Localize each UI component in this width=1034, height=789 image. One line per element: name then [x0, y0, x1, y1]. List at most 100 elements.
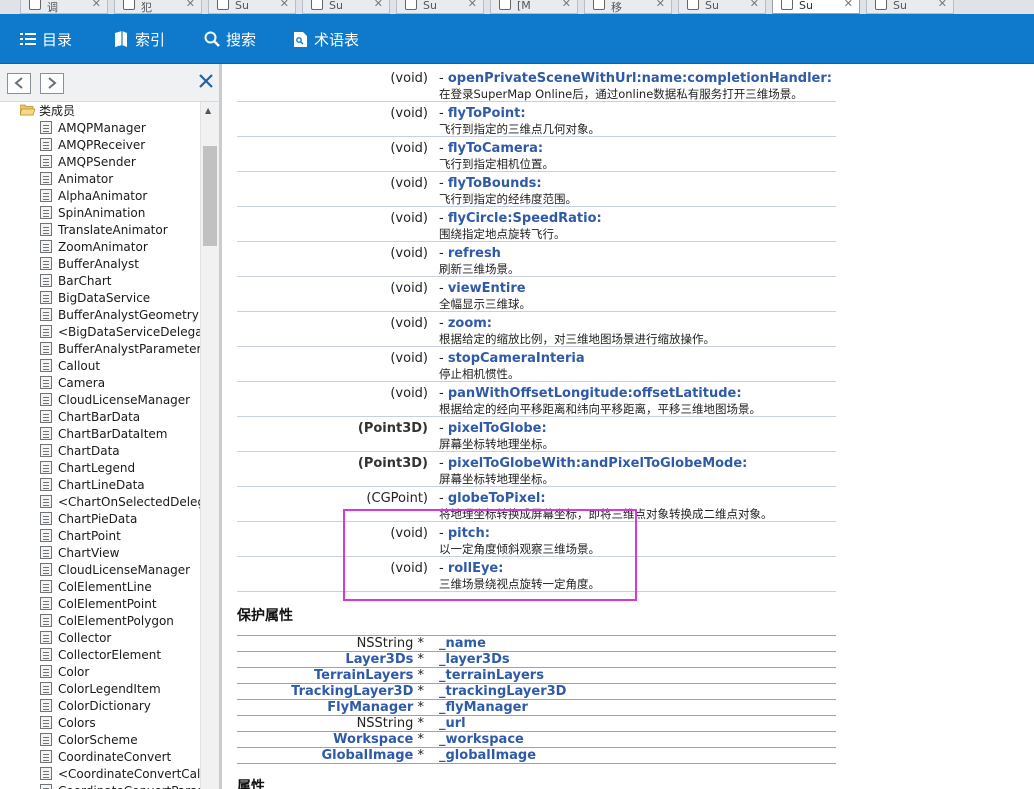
tree-item[interactable]: AlphaAnimator: [40, 187, 147, 204]
tree-item[interactable]: AMQPReceiver: [40, 136, 145, 153]
close-tab-icon[interactable]: ✕: [938, 0, 947, 10]
tree-item[interactable]: CloudLicenseManager: [40, 391, 190, 408]
method-link[interactable]: flyCircle:SpeedRatio:: [448, 211, 602, 226]
search-button[interactable]: 搜索: [194, 24, 266, 54]
tree-item[interactable]: ColElementPolygon: [40, 612, 174, 629]
sidebar-scrollbar[interactable]: ▲: [200, 102, 219, 789]
close-tab-icon[interactable]: ✕: [280, 0, 289, 10]
tree-item[interactable]: BufferAnalystGeometry: [40, 306, 199, 323]
method-link[interactable]: pixelToGlobeWith:andPixelToGlobeMode:: [448, 456, 748, 471]
tree-item[interactable]: CoordinateConvert: [40, 748, 171, 765]
tree-item[interactable]: BufferAnalystParameter: [40, 340, 200, 357]
browser-tab[interactable]: Su ✕: [678, 0, 766, 14]
tree-item[interactable]: <BigDataServiceDelegate: [40, 323, 200, 340]
tree-root-class-members[interactable]: 类成员: [19, 102, 75, 119]
browser-tab[interactable]: [M ✕: [490, 0, 578, 14]
tree-item[interactable]: Animator: [40, 170, 113, 187]
close-tab-icon[interactable]: ✕: [92, 0, 101, 10]
back-button[interactable]: [7, 73, 31, 94]
method-link[interactable]: stopCameraInteria: [448, 351, 585, 366]
tree-item[interactable]: ColorLegendItem: [40, 680, 161, 697]
tree-item[interactable]: <ChartOnSelectedDelega: [40, 493, 200, 510]
browser-tab[interactable]: Su ✕: [866, 0, 954, 14]
tree-item[interactable]: ZoomAnimator: [40, 238, 148, 255]
contents-button[interactable]: 目录: [10, 24, 82, 54]
tree-item[interactable]: CoordinateConvertParam: [40, 782, 200, 789]
scrollbar-thumb[interactable]: [203, 146, 217, 246]
glossary-button[interactable]: 术语表: [283, 24, 369, 54]
attribute-name-link[interactable]: _layer3Ds: [439, 652, 510, 667]
tree-item[interactable]: TranslateAnimator: [40, 221, 168, 238]
tree-item[interactable]: Collector: [40, 629, 111, 646]
close-tab-icon[interactable]: ✕: [468, 0, 477, 10]
browser-tab[interactable]: 犯 ✕: [114, 0, 202, 14]
tree-item[interactable]: ChartPoint: [40, 527, 121, 544]
attribute-type[interactable]: GlobalImage *: [321, 748, 424, 763]
attribute-name-link[interactable]: _terrainLayers: [439, 668, 544, 683]
close-tab-icon[interactable]: ✕: [562, 0, 571, 10]
tree-item[interactable]: Camera: [40, 374, 105, 391]
attribute-name-link[interactable]: _workspace: [439, 732, 524, 747]
method-link[interactable]: pixelToGlobe:: [448, 421, 547, 436]
tree-item[interactable]: ColElementPoint: [40, 595, 157, 612]
tree-item[interactable]: BarChart: [40, 272, 112, 289]
tree-item-label: <CoordinateConvertCallba: [58, 766, 200, 781]
attribute-name-link[interactable]: _name: [439, 636, 486, 651]
attribute-name-link[interactable]: _url: [439, 716, 466, 731]
attribute-name-link[interactable]: _flyManager: [439, 700, 528, 715]
attribute-type[interactable]: TerrainLayers *: [314, 668, 424, 683]
method-link[interactable]: openPrivateSceneWithUrl:name:completionH…: [448, 71, 832, 86]
tree-item[interactable]: ChartLineData: [40, 476, 145, 493]
attribute-name-link[interactable]: _globalImage: [439, 748, 536, 763]
tree-item[interactable]: <CoordinateConvertCallba: [40, 765, 200, 782]
browser-tab[interactable]: Su ✕: [772, 0, 860, 14]
tree-item[interactable]: ChartBarData: [40, 408, 140, 425]
browser-tab[interactable]: 移 ✕: [584, 0, 672, 14]
tree-item[interactable]: Colors: [40, 714, 96, 731]
scroll-up-arrow-icon[interactable]: ▲: [205, 106, 211, 115]
tree-item[interactable]: ColorDictionary: [40, 697, 151, 714]
index-button[interactable]: 索引: [103, 24, 175, 54]
tree-item[interactable]: AMQPManager: [40, 119, 146, 136]
method-link[interactable]: refresh: [448, 246, 501, 261]
browser-tab[interactable]: Su ✕: [396, 0, 484, 14]
tree-item-label: AMQPSender: [58, 154, 136, 169]
attribute-type[interactable]: FlyManager *: [327, 700, 424, 715]
method-link[interactable]: flyToCamera:: [448, 141, 543, 156]
tree-item[interactable]: SpinAnimation: [40, 204, 145, 221]
tree-item[interactable]: BigDataService: [40, 289, 150, 306]
method-link[interactable]: viewEntire: [448, 281, 526, 296]
tree-item[interactable]: BufferAnalyst: [40, 255, 139, 272]
close-tab-icon[interactable]: ✕: [374, 0, 383, 10]
method-link[interactable]: globeToPixel:: [448, 491, 546, 506]
attribute-type[interactable]: Workspace *: [333, 732, 424, 747]
tree-item[interactable]: ChartBarDataItem: [40, 425, 167, 442]
close-tab-icon[interactable]: ✕: [656, 0, 665, 10]
tree-item[interactable]: Color: [40, 663, 89, 680]
browser-tab[interactable]: Su ✕: [208, 0, 296, 14]
browser-tab[interactable]: Su ✕: [302, 0, 390, 14]
method-link[interactable]: flyToBounds:: [448, 176, 542, 191]
method-link[interactable]: zoom:: [448, 316, 492, 331]
tree-item[interactable]: ChartData: [40, 442, 120, 459]
tree-item[interactable]: Callout: [40, 357, 100, 374]
tree-item[interactable]: AMQPSender: [40, 153, 136, 170]
tree-item[interactable]: CollectorElement: [40, 646, 161, 663]
close-tab-icon[interactable]: ✕: [750, 0, 759, 10]
tree-item[interactable]: ChartLegend: [40, 459, 135, 476]
method-link[interactable]: flyToPoint:: [448, 106, 526, 121]
tree-item[interactable]: ChartView: [40, 544, 119, 561]
tree-item[interactable]: ColorScheme: [40, 731, 138, 748]
attribute-type[interactable]: Layer3Ds *: [345, 652, 424, 667]
close-tab-icon[interactable]: ✕: [186, 0, 195, 10]
browser-tab[interactable]: 调 ✕: [20, 0, 108, 14]
attribute-name-link[interactable]: _trackingLayer3D: [439, 684, 566, 699]
method-link[interactable]: panWithOffsetLongitude:offsetLatitude:: [448, 386, 742, 401]
close-tab-icon[interactable]: ✕: [844, 0, 853, 10]
attribute-type[interactable]: TrackingLayer3D *: [291, 684, 424, 699]
tree-item[interactable]: ChartPieData: [40, 510, 137, 527]
tree-item[interactable]: CloudLicenseManager: [40, 561, 190, 578]
forward-button[interactable]: [40, 73, 64, 94]
tree-item[interactable]: ColElementLine: [40, 578, 152, 595]
close-sidebar-button[interactable]: [196, 73, 216, 93]
